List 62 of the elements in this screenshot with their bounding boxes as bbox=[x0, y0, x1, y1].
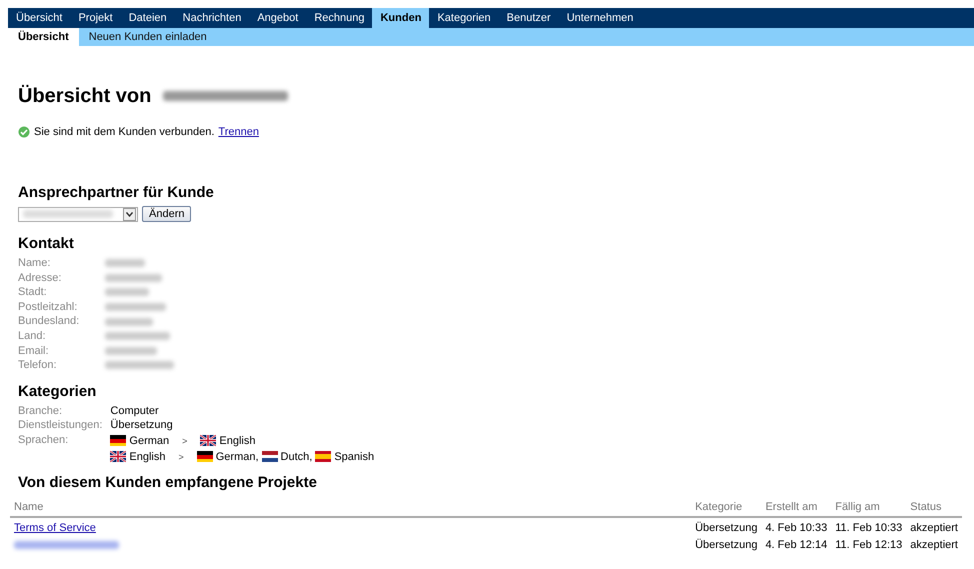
column-header: Status bbox=[906, 498, 962, 517]
field-label: Adresse: bbox=[18, 270, 62, 286]
table-cell-text: akzeptiert bbox=[909, 538, 959, 552]
british-flag-icon bbox=[200, 435, 216, 446]
british-flag-icon bbox=[110, 451, 126, 462]
column-header: Fällig am bbox=[831, 498, 906, 517]
field-label: Postleitzahl: bbox=[18, 300, 78, 314]
nav-tab[interactable]: Projekt bbox=[70, 8, 121, 28]
dutch-flag-icon bbox=[262, 451, 278, 462]
field-label: Sprachen: bbox=[18, 432, 70, 448]
table-cell: 4. Feb 10:33 bbox=[761, 516, 832, 535]
nav-tab[interactable]: Angebot bbox=[249, 8, 306, 28]
field-label: Branche: bbox=[18, 404, 64, 418]
field-label: Stadt: bbox=[18, 285, 48, 300]
table-cell: Übersetzung bbox=[691, 516, 762, 535]
field-value: Übersetzung bbox=[110, 418, 173, 433]
table-cell-text: Übersetzung bbox=[694, 538, 758, 552]
subnav-tab[interactable]: Übersicht bbox=[8, 28, 79, 46]
language-name: German, bbox=[216, 450, 259, 465]
language-name: English bbox=[219, 434, 256, 449]
section-heading: Kontakt bbox=[18, 234, 75, 254]
field-label: Email: bbox=[18, 344, 50, 358]
section-heading: Kategorien bbox=[18, 382, 98, 402]
nav-tab[interactable]: Rechnung bbox=[306, 8, 372, 28]
section-heading: Ansprechpartner für Kunde bbox=[18, 183, 215, 203]
nav-tab[interactable]: Kunden bbox=[372, 8, 430, 28]
german-flag-icon bbox=[110, 435, 126, 446]
table-cell: akzeptiert bbox=[906, 516, 962, 535]
section-heading: Von diesem Kunden empfangene Projekte bbox=[18, 472, 318, 493]
arrow-symbol: > bbox=[178, 450, 184, 464]
page-title: Übersicht von bbox=[18, 84, 152, 108]
column-header: Name bbox=[10, 498, 692, 517]
nav-tab[interactable]: Übersicht bbox=[8, 8, 70, 28]
field-label: Telefon: bbox=[18, 358, 58, 373]
table-cell-text: 4. Feb 12:14 bbox=[764, 538, 828, 552]
connection-status: Sie sind mit dem Kunden verbunden. bbox=[34, 126, 214, 138]
field-value: Computer bbox=[110, 404, 159, 418]
language-name: Dutch, bbox=[280, 450, 312, 465]
spanish-flag-icon bbox=[315, 451, 332, 462]
field-label: Name: bbox=[18, 256, 52, 271]
nav-tab[interactable]: Kategorien bbox=[429, 8, 499, 28]
change-button[interactable]: Ändern bbox=[142, 206, 192, 222]
field-label: Dienstleistungen: bbox=[18, 418, 102, 433]
nav-tab[interactable]: Unternehmen bbox=[558, 8, 642, 28]
subnav-tab[interactable]: Neuen Kunden einladen bbox=[78, 28, 217, 46]
nav-tab[interactable]: Dateien bbox=[120, 8, 175, 28]
check-icon bbox=[18, 126, 30, 138]
nav-tab[interactable]: Nachrichten bbox=[174, 8, 250, 28]
field-label: Land: bbox=[18, 328, 47, 344]
column-header: Erstellt am bbox=[761, 498, 832, 517]
project-link[interactable]: Terms of Service bbox=[14, 522, 96, 534]
table-cell: 11. Feb 10:33 bbox=[831, 516, 906, 535]
language-name: English bbox=[129, 450, 166, 465]
language-name: German bbox=[129, 434, 170, 449]
column-header: Kategorie bbox=[691, 498, 762, 517]
disconnect-link[interactable]: Trennen bbox=[218, 126, 259, 138]
arrow-symbol: > bbox=[182, 434, 188, 448]
nav-tab[interactable]: Benutzer bbox=[498, 8, 559, 28]
language-name: Spanish bbox=[334, 450, 374, 465]
german-flag-icon bbox=[196, 451, 213, 462]
table-cell-text: 11. Feb 12:13 bbox=[834, 538, 904, 552]
field-label: Bundesland: bbox=[18, 314, 80, 329]
